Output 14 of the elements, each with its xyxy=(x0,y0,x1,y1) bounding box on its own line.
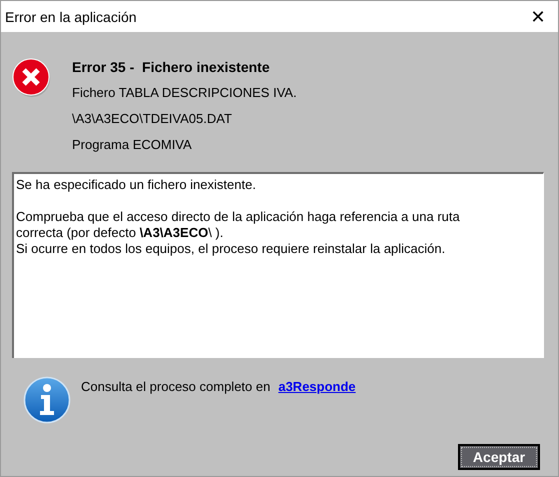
info-icon xyxy=(23,376,71,424)
error-title: Error 35 - Fichero inexistente xyxy=(72,59,271,75)
info-text: Consulta el proceso completo en xyxy=(81,379,270,394)
message-text: Si ocurre en todos los equipos, el proceso requiere reinstalar la aplicación. xyxy=(16,241,446,257)
window-title: Error en la aplicación xyxy=(5,8,137,24)
message-text: Se ha especificado un fichero inexistente. xyxy=(16,177,257,193)
message-text: Comprueba que el acceso directo de la aplicación haga referencia a una ruta correcta (por defecto \A3\A3ECO\ ). xyxy=(16,209,461,241)
help-link[interactable]: a3Responde xyxy=(278,379,356,394)
error-detail: Fichero TABLA DESCRIPCIONES IVA. xyxy=(72,85,297,101)
error-detail: Programa ECOMIVA xyxy=(72,137,193,153)
close-button[interactable]: ✕ xyxy=(518,1,558,32)
accept-button[interactable]: Aceptar xyxy=(458,444,540,470)
error-detail: \A3\A3ECO\TDEIVA05.DAT xyxy=(72,111,233,127)
error-icon xyxy=(12,58,52,98)
